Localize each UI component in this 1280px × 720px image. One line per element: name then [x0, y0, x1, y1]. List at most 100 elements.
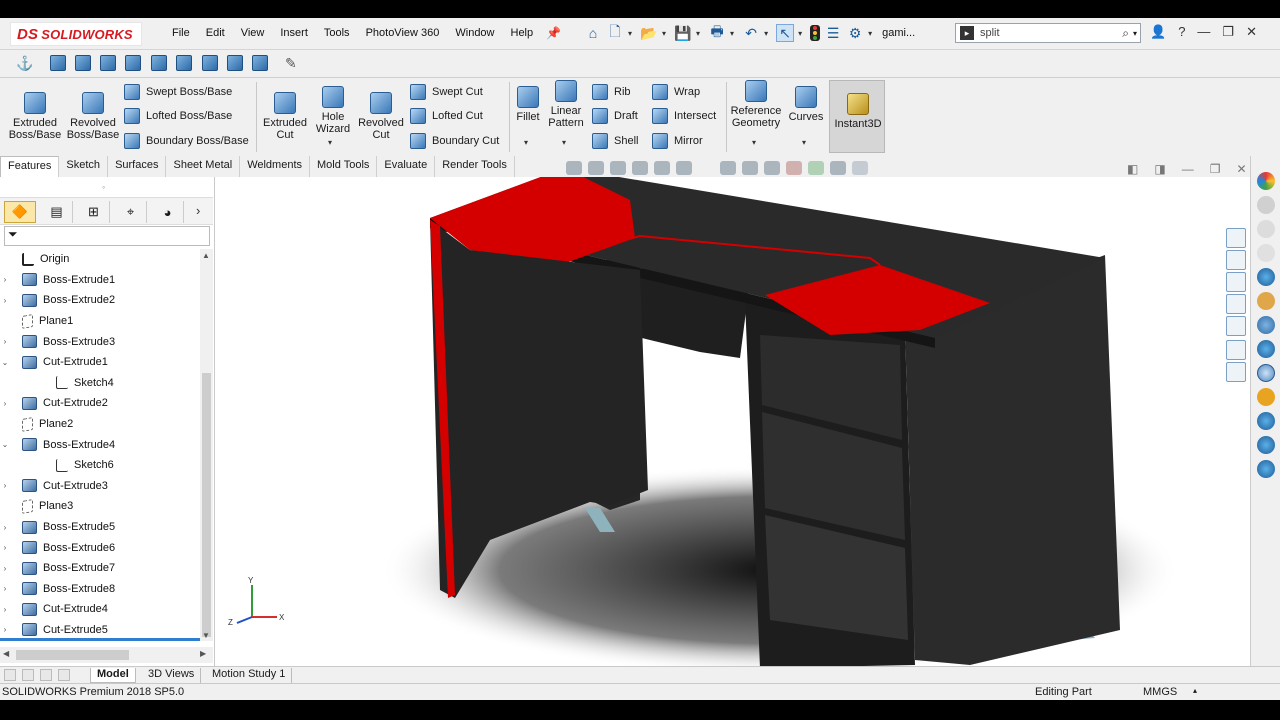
view-cube-icon[interactable] — [202, 55, 218, 71]
options-dropdown-icon[interactable]: ▾ — [868, 29, 872, 38]
tab-render-tools[interactable]: Render Tools — [435, 156, 515, 177]
hole-wizard-dropdown-icon[interactable]: ▾ — [328, 138, 332, 147]
close-icon[interactable]: ✕ — [1236, 162, 1246, 176]
toolbox-icon[interactable] — [1257, 460, 1275, 478]
tree-node[interactable]: Sketch6 — [0, 455, 200, 476]
scroll-left-icon[interactable]: ◀ — [3, 649, 9, 658]
menu-window[interactable]: Window — [447, 27, 502, 39]
tree-vertical-scrollbar[interactable]: ▲ ▼ — [200, 249, 213, 641]
view-settings-icon[interactable] — [830, 161, 846, 175]
view-palette-icon[interactable] — [1226, 294, 1246, 314]
tab-features[interactable]: Features — [0, 156, 60, 177]
expand-toggle-icon[interactable]: › — [0, 399, 10, 408]
scrollbar-thumb[interactable] — [16, 650, 129, 660]
boundary-cut-button[interactable]: Boundary Cut — [410, 133, 499, 149]
graphics-area[interactable]: ◧ ◨ — ❐ ✕ Y X Z — [215, 177, 1250, 666]
motion-icon[interactable] — [1257, 388, 1275, 406]
restore-icon[interactable]: ❐ — [1222, 24, 1234, 40]
curves-button[interactable]: Curves — [786, 86, 826, 123]
user-icon[interactable]: 👤 — [1150, 24, 1166, 40]
view-cube-icon[interactable] — [176, 55, 192, 71]
tree-horizontal-scrollbar[interactable]: ◀ ▶ — [0, 647, 213, 663]
expand-toggle-icon[interactable]: › — [0, 275, 10, 284]
scroll-down-icon[interactable]: ▼ — [202, 631, 210, 640]
instant3d-button[interactable]: Instant3D — [829, 80, 885, 153]
file-explorer-icon[interactable] — [1226, 272, 1246, 292]
expand-toggle-icon[interactable]: › — [0, 543, 10, 552]
revolved-cut-button[interactable]: Revolved Cut — [354, 92, 408, 141]
apply-scene-icon[interactable] — [808, 161, 824, 175]
tab-sheet-metal[interactable]: Sheet Metal — [166, 156, 241, 177]
mirror-button[interactable]: Mirror — [652, 133, 703, 149]
photoview-icon[interactable] — [1257, 364, 1275, 382]
print-dropdown-icon[interactable]: ▾ — [730, 29, 734, 38]
tree-node[interactable]: › Cut-Extrude4 — [0, 599, 200, 620]
file-properties-icon[interactable]: ☰ — [824, 24, 842, 42]
new-dropdown-icon[interactable]: ▾ — [628, 29, 632, 38]
open-folder-icon[interactable]: 📂 — [640, 24, 658, 42]
first-tab-icon[interactable] — [4, 669, 16, 681]
menu-view[interactable]: View — [233, 27, 273, 39]
tab-surfaces[interactable]: Surfaces — [108, 156, 167, 177]
tree-node[interactable]: › Boss-Extrude2 — [0, 290, 200, 311]
panel-grip-icon[interactable]: ◦ — [102, 182, 105, 192]
scene-icon[interactable] — [1257, 340, 1275, 358]
expand-toggle-icon[interactable]: › — [0, 481, 10, 490]
shell-button[interactable]: Shell — [592, 133, 638, 149]
options-gear-icon[interactable]: ⚙ — [846, 24, 864, 42]
tile-right-icon[interactable]: ◨ — [1154, 162, 1165, 176]
tree-node[interactable]: Plane1 — [0, 311, 200, 332]
undo-icon[interactable]: ↶ — [742, 24, 760, 42]
expand-toggle-icon[interactable]: › — [0, 296, 10, 305]
menu-tools[interactable]: Tools — [316, 27, 358, 39]
tile-left-icon[interactable]: ◧ — [1127, 162, 1138, 176]
tree-node[interactable]: Plane2 — [0, 414, 200, 435]
tree-node[interactable]: › Boss-Extrude5 — [0, 517, 200, 538]
tree-node[interactable]: › Boss-Extrude6 — [0, 537, 200, 558]
display-manager-tab-icon[interactable]: ◕ — [152, 201, 184, 223]
property-manager-tab-icon[interactable]: ▤ — [41, 201, 73, 223]
menu-edit[interactable]: Edit — [198, 27, 233, 39]
rebuild-traffic-light-icon[interactable] — [810, 25, 821, 41]
menu-insert[interactable]: Insert — [272, 27, 316, 39]
view-cube-icon[interactable] — [227, 55, 243, 71]
minimize-icon[interactable]: — — [1182, 162, 1194, 176]
scroll-right-icon[interactable]: ▶ — [200, 649, 206, 658]
tree-node[interactable]: ⌄ Boss-Extrude4 — [0, 434, 200, 455]
view-selector-icon[interactable] — [676, 161, 692, 175]
solidworks-logo[interactable]: DS SOLIDWORKS — [10, 22, 142, 46]
file-explorer-icon[interactable] — [1257, 220, 1275, 238]
expand-toggle-icon[interactable]: › — [0, 564, 10, 573]
lofted-cut-button[interactable]: Lofted Cut — [410, 108, 483, 124]
scrollbar-thumb[interactable] — [202, 373, 211, 637]
tree-node[interactable]: Sketch4 — [0, 373, 200, 394]
extruded-boss-button[interactable]: Extruded Boss/Base — [6, 92, 64, 141]
search-input[interactable]: split — [980, 27, 1122, 39]
tab-motion-study[interactable]: Motion Study 1 — [206, 668, 293, 683]
view-cube-icon[interactable] — [125, 55, 141, 71]
draft-button[interactable]: Draft — [592, 108, 638, 124]
revolved-boss-button[interactable]: Revolved Boss/Base — [64, 92, 122, 141]
appearances-icon[interactable] — [1226, 316, 1246, 336]
tab-3d-views[interactable]: 3D Views — [142, 668, 202, 683]
tree-node[interactable]: ⌄ Cut-Extrude1 — [0, 352, 200, 373]
fillet-dropdown-icon[interactable]: ▾ — [524, 138, 528, 147]
configuration-manager-tab-icon[interactable]: ⊞ — [78, 201, 110, 223]
filter-field[interactable]: ⏷ — [4, 226, 210, 246]
appearances-icon[interactable] — [1257, 268, 1275, 286]
view-cube-icon[interactable] — [75, 55, 91, 71]
view-palette-icon[interactable] — [1257, 316, 1275, 334]
extruded-cut-button[interactable]: Extruded Cut — [258, 92, 312, 141]
help-icon[interactable]: ? — [1178, 24, 1185, 40]
units-selector[interactable]: MMGS — [1143, 686, 1177, 698]
open-dropdown-icon[interactable]: ▾ — [662, 29, 666, 38]
wrap-button[interactable]: Wrap — [652, 84, 700, 100]
tree-node[interactable]: › Boss-Extrude7 — [0, 558, 200, 579]
forum-icon[interactable] — [1226, 362, 1246, 382]
zoom-to-fit-icon[interactable] — [566, 161, 582, 175]
curves-dropdown-icon[interactable]: ▾ — [802, 138, 806, 147]
linear-pattern-button[interactable]: Linear Pattern — [545, 80, 587, 129]
fillet-button[interactable]: Fillet — [512, 86, 544, 123]
tab-mold-tools[interactable]: Mold Tools — [310, 156, 378, 177]
previous-view-icon[interactable] — [610, 161, 626, 175]
